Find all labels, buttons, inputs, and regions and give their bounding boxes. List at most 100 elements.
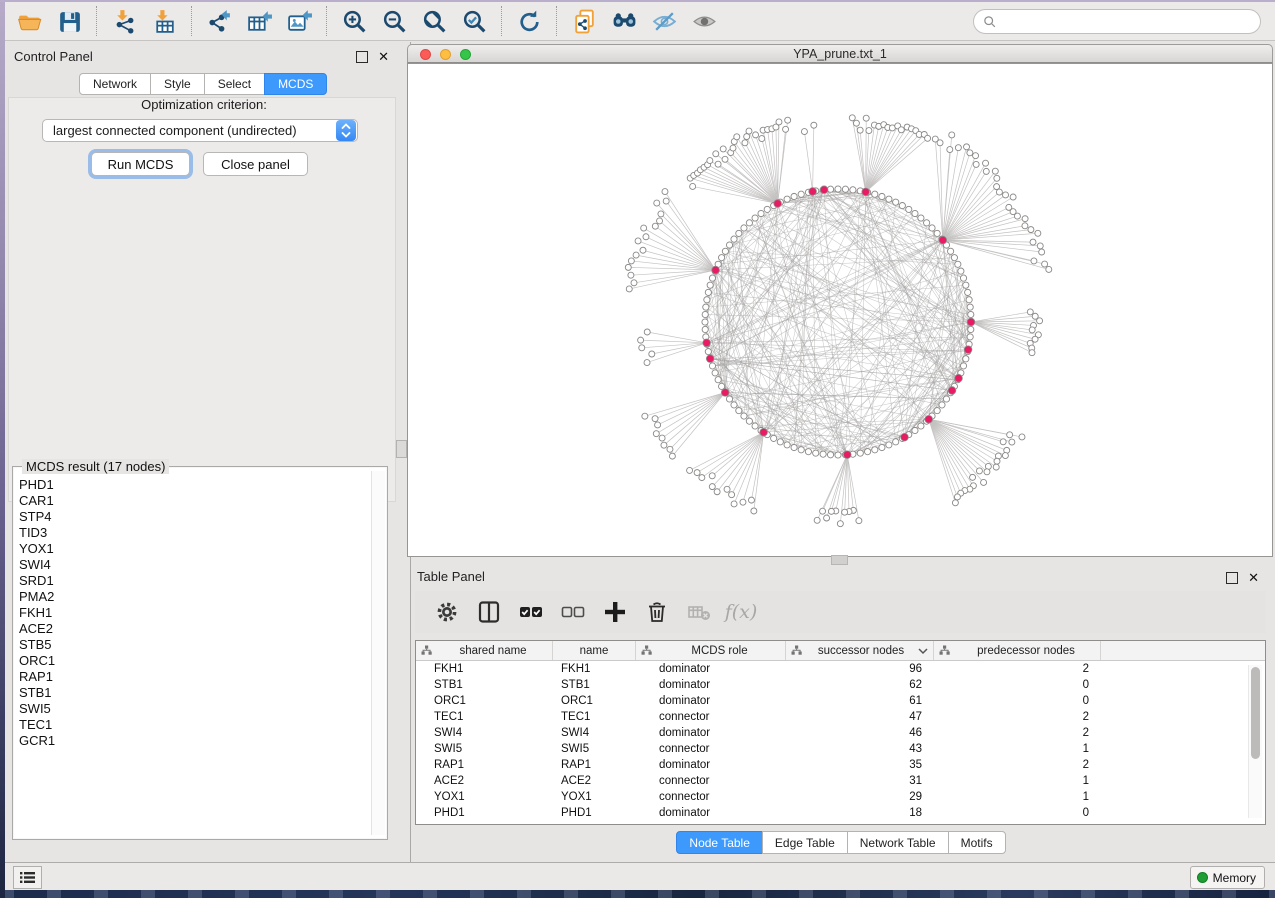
mcds-result-list[interactable]: PHD1CAR1STP4TID3YOX1SWI4SRD1PMA2FKH1ACE2… xyxy=(19,477,369,833)
mcds-result-item[interactable]: SRD1 xyxy=(19,573,369,589)
mcds-result-item[interactable]: ORC1 xyxy=(19,653,369,669)
column-header-MCDS-role[interactable]: MCDS role xyxy=(636,641,786,660)
search-field[interactable] xyxy=(973,9,1261,34)
tab-node-table[interactable]: Node Table xyxy=(676,831,763,854)
cell-name: PHD1 xyxy=(553,807,636,819)
column-header-successor-nodes[interactable]: successor nodes xyxy=(786,641,934,660)
cell-successor-nodes: 96 xyxy=(786,663,934,675)
delete-button[interactable] xyxy=(639,595,675,629)
mcds-result-item[interactable]: STP4 xyxy=(19,509,369,525)
zoom-selected-button[interactable] xyxy=(454,4,494,38)
table-row[interactable]: STB1STB1dominator620 xyxy=(416,677,1265,693)
float-panel-icon[interactable] xyxy=(356,51,368,63)
add-button[interactable] xyxy=(597,595,633,629)
mcds-list-scrollbar[interactable] xyxy=(371,471,385,835)
cell-name: ACE2 xyxy=(553,775,636,787)
tab-mcds[interactable]: MCDS xyxy=(264,73,327,95)
close-panel-icon[interactable]: ✕ xyxy=(1248,573,1259,583)
duplicate-network-button[interactable] xyxy=(564,4,604,38)
mcds-result-item[interactable]: STB1 xyxy=(19,685,369,701)
tab-network-table[interactable]: Network Table xyxy=(847,831,949,854)
table-row[interactable]: ACE2ACE2connector311 xyxy=(416,773,1265,789)
add-icon xyxy=(603,600,627,624)
tab-select[interactable]: Select xyxy=(204,73,265,95)
export-table-button[interactable] xyxy=(239,4,279,38)
zoom-out-button[interactable] xyxy=(374,4,414,38)
run-mcds-button[interactable]: Run MCDS xyxy=(91,152,190,176)
mcds-result-item[interactable]: TID3 xyxy=(19,525,369,541)
zoom-fit-icon xyxy=(421,8,448,35)
cell-predecessor-nodes: 2 xyxy=(934,711,1101,723)
deselect-all-button[interactable] xyxy=(555,595,591,629)
zoom-fit-button[interactable] xyxy=(414,4,454,38)
network-canvas[interactable] xyxy=(407,63,1273,557)
hide-selected-button[interactable] xyxy=(644,4,684,38)
table-row[interactable]: PHD1PHD1dominator180 xyxy=(416,805,1265,821)
table-row[interactable]: SWI4SWI4dominator462 xyxy=(416,725,1265,741)
mcds-result-item[interactable]: SWI5 xyxy=(19,701,369,717)
control-panel-window-icons: ✕ xyxy=(356,51,389,63)
tab-network[interactable]: Network xyxy=(79,73,151,95)
cell-MCDS-role: dominator xyxy=(636,727,786,739)
close-panel-button[interactable]: Close panel xyxy=(203,152,308,176)
table-row[interactable]: RAP1RAP1dominator352 xyxy=(416,757,1265,773)
select-all-button[interactable] xyxy=(513,595,549,629)
cell-successor-nodes: 35 xyxy=(786,759,934,771)
mcds-result-item[interactable]: FKH1 xyxy=(19,605,369,621)
scrollbar-thumb[interactable] xyxy=(1251,667,1260,759)
cell-shared-name: ACE2 xyxy=(416,775,553,787)
close-panel-icon[interactable]: ✕ xyxy=(378,52,389,62)
column-header-name[interactable]: name xyxy=(553,641,636,660)
import-table-button[interactable] xyxy=(144,4,184,38)
mcds-result-item[interactable]: CAR1 xyxy=(19,493,369,509)
show-all-button[interactable] xyxy=(684,4,724,38)
mcds-result-item[interactable]: TEC1 xyxy=(19,717,369,733)
show-column-button[interactable] xyxy=(471,595,507,629)
toolbar-separator xyxy=(556,6,557,36)
mcds-result-item[interactable]: GCR1 xyxy=(19,733,369,749)
zoom-selected-icon xyxy=(461,8,488,35)
zoom-in-button[interactable] xyxy=(334,4,374,38)
table-panel: Table Panel ✕ f(x) shared namenameMCDS r… xyxy=(407,563,1275,862)
cell-predecessor-nodes: 0 xyxy=(934,807,1101,819)
mcds-panel xyxy=(8,97,396,502)
toolbar-separator xyxy=(191,6,192,36)
column-header-shared-name[interactable]: shared name xyxy=(416,641,553,660)
export-image-button[interactable] xyxy=(279,4,319,38)
table-scrollbar[interactable] xyxy=(1248,665,1262,818)
open-file-button[interactable] xyxy=(9,4,49,38)
tab-edge-table[interactable]: Edge Table xyxy=(762,831,848,854)
table-row[interactable]: TEC1TEC1connector472 xyxy=(416,709,1265,725)
mcds-result-item[interactable]: YOX1 xyxy=(19,541,369,557)
float-panel-icon[interactable] xyxy=(1226,572,1238,584)
tab-motifs[interactable]: Motifs xyxy=(948,831,1006,854)
tab-style[interactable]: Style xyxy=(150,73,205,95)
column-header-predecessor-nodes[interactable]: predecessor nodes xyxy=(934,641,1101,660)
save-session-button[interactable] xyxy=(49,4,89,38)
network-window-title: YPA_prune.txt_1 xyxy=(408,47,1272,61)
mcds-result-item[interactable]: ACE2 xyxy=(19,621,369,637)
mcds-result-item[interactable]: PMA2 xyxy=(19,589,369,605)
cell-predecessor-nodes: 0 xyxy=(934,679,1101,691)
search-input[interactable] xyxy=(997,12,1260,32)
table-row[interactable]: ORC1ORC1dominator610 xyxy=(416,693,1265,709)
search-network-button[interactable] xyxy=(604,4,644,38)
export-network-button[interactable] xyxy=(199,4,239,38)
mcds-result-item[interactable]: RAP1 xyxy=(19,669,369,685)
refresh-button[interactable] xyxy=(509,4,549,38)
table-row[interactable]: SWI5SWI5connector431 xyxy=(416,741,1265,757)
mcds-result-item[interactable]: PHD1 xyxy=(19,477,369,493)
mcds-result-title: MCDS result (17 nodes) xyxy=(22,459,169,474)
import-network-button[interactable] xyxy=(104,4,144,38)
cell-successor-nodes: 31 xyxy=(786,775,934,787)
table-row[interactable]: YOX1YOX1connector291 xyxy=(416,789,1265,805)
splitter-grip[interactable] xyxy=(396,440,407,458)
task-history-button[interactable] xyxy=(13,866,42,889)
memory-button[interactable]: Memory xyxy=(1190,866,1265,889)
mcds-result-item[interactable]: SWI4 xyxy=(19,557,369,573)
network-window-titlebar[interactable]: YPA_prune.txt_1 xyxy=(407,44,1273,63)
table-settings-button[interactable] xyxy=(429,595,465,629)
optimization-criterion-select[interactable]: largest connected component (undirected) xyxy=(42,119,358,142)
mcds-result-item[interactable]: STB5 xyxy=(19,637,369,653)
table-row[interactable]: FKH1FKH1dominator962 xyxy=(416,661,1265,677)
